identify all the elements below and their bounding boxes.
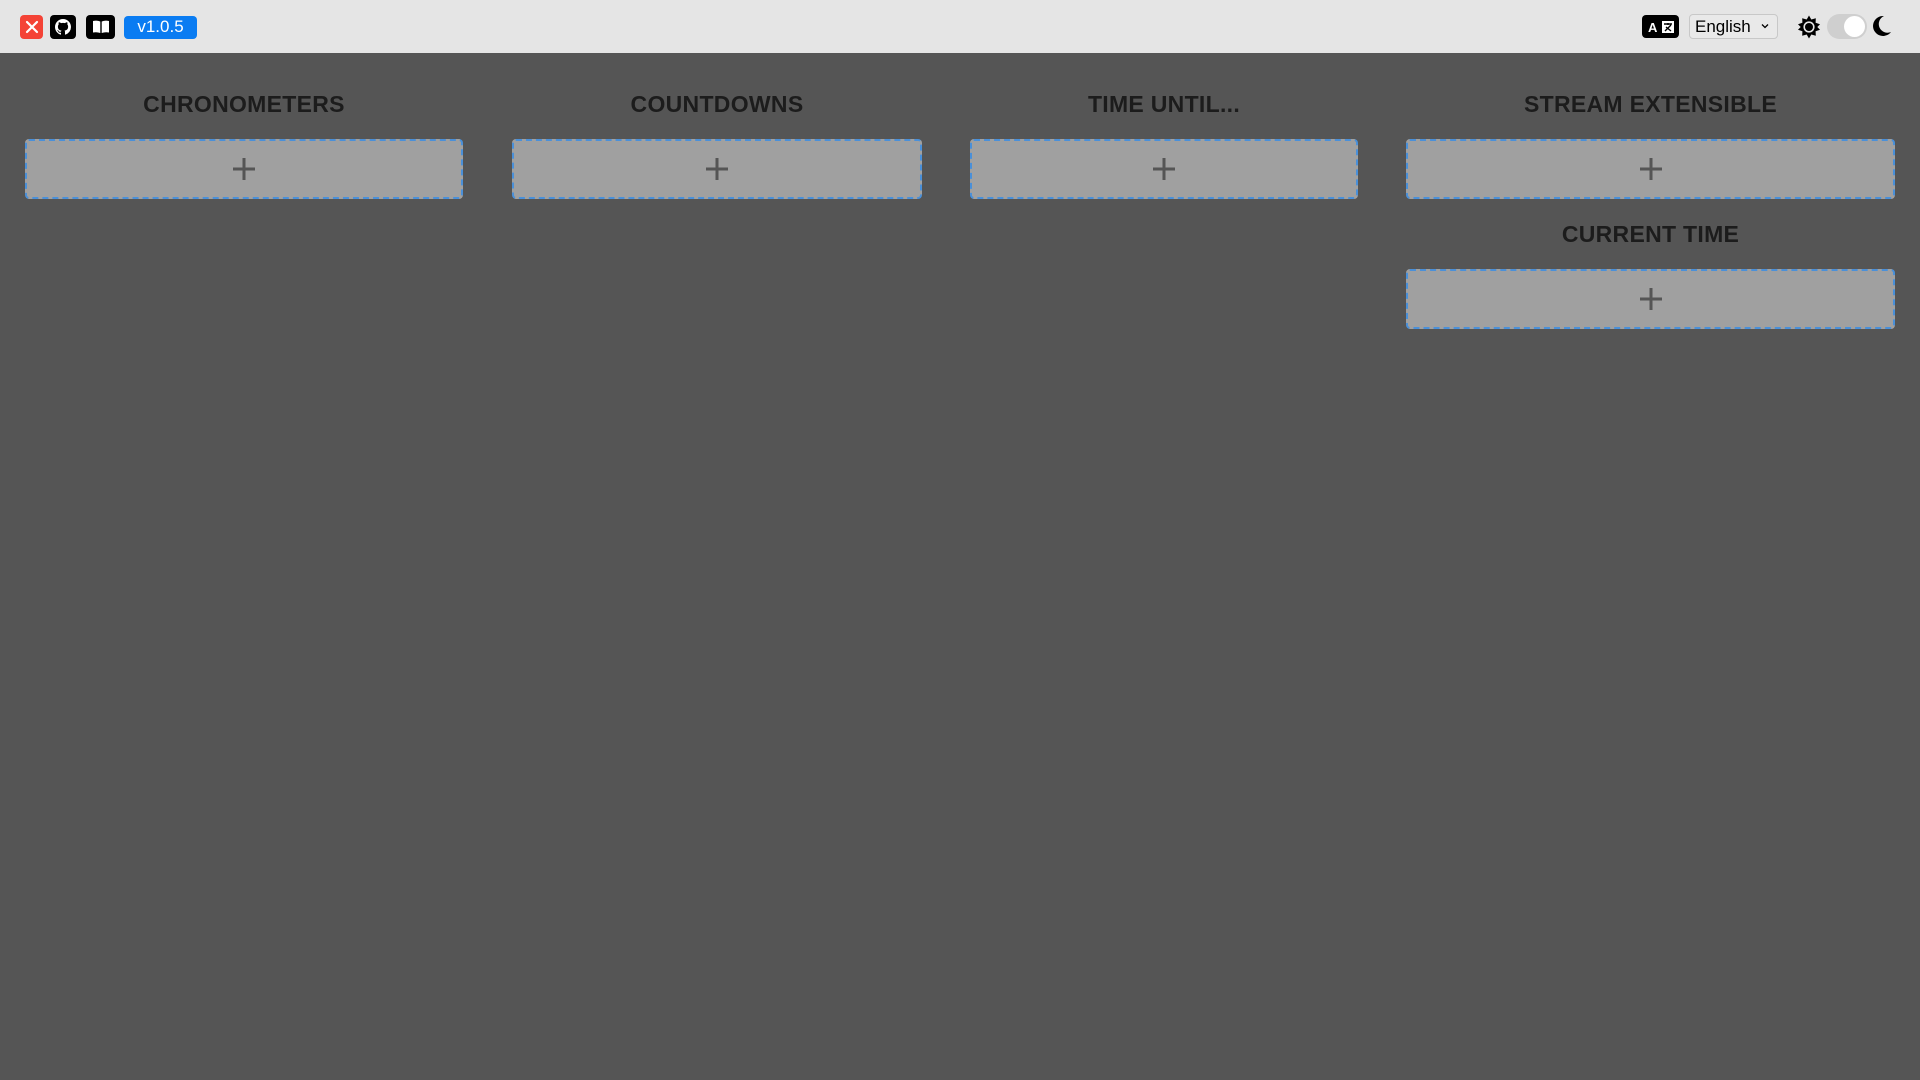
language-selected: English: [1695, 16, 1751, 36]
plus-icon: [1639, 158, 1662, 180]
version-badge[interactable]: v1.0.5: [124, 15, 197, 39]
add-chronometer-button[interactable]: [25, 139, 463, 199]
sun-icon[interactable]: [1797, 15, 1821, 39]
add-current-time-button[interactable]: [1406, 269, 1895, 329]
plus-icon: [1153, 158, 1175, 180]
add-countdown-button[interactable]: [512, 139, 922, 199]
moon-icon[interactable]: [1872, 15, 1892, 37]
close-icon: [25, 20, 38, 34]
github-button[interactable]: [50, 15, 76, 39]
theme-toggle[interactable]: [1827, 14, 1867, 39]
docs-button[interactable]: [86, 15, 115, 39]
section-title: STREAM EXTENSIBLE: [1523, 91, 1777, 117]
plus-icon: [706, 158, 728, 180]
close-button[interactable]: [20, 15, 43, 39]
add-stream-extensible-button[interactable]: [1406, 139, 1895, 199]
theme-toggle-knob: [1844, 16, 1865, 37]
book-icon: [92, 20, 109, 33]
chevron-down-icon: [1761, 24, 1769, 29]
language-select[interactable]: English: [1689, 14, 1778, 39]
svg-text:A: A: [1648, 20, 1658, 35]
add-time-until-button[interactable]: [970, 139, 1358, 199]
translate-glyph: A: [1648, 20, 1674, 35]
section-title: TIME UNTIL...: [1087, 91, 1241, 117]
section-title: COUNTDOWNS: [630, 91, 804, 117]
plus-icon: [1639, 288, 1662, 310]
top-bar: v1.0.5 A English: [0, 0, 1920, 53]
section-title: CHRONOMETERS: [143, 91, 345, 117]
top-bar-left: v1.0.5: [20, 15, 197, 39]
translate-icon: A: [1642, 15, 1679, 38]
github-icon: [55, 19, 71, 35]
plus-icon: [233, 158, 255, 180]
section-title-current-time: CURRENT TIME: [1561, 221, 1740, 247]
